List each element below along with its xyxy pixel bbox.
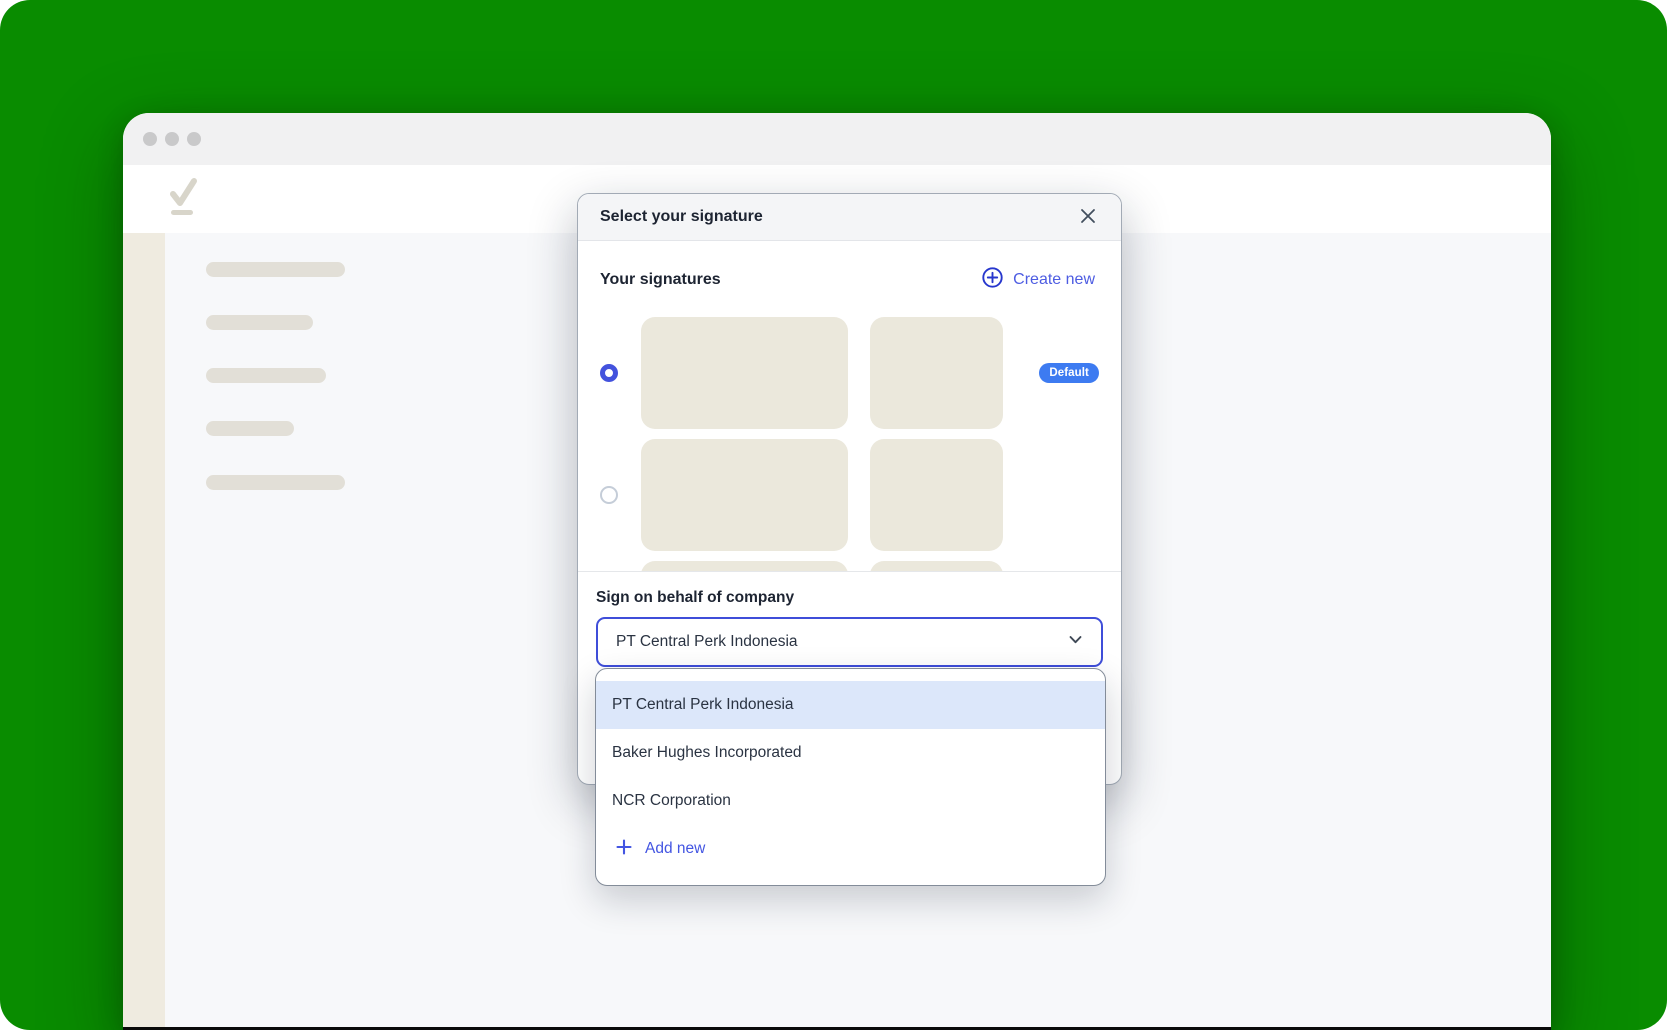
create-new-label: Create new bbox=[1013, 271, 1095, 289]
company-select[interactable]: PT Central Perk Indonesia bbox=[596, 617, 1103, 667]
signature-preview-box bbox=[641, 317, 848, 429]
dropdown-option[interactable]: NCR Corporation bbox=[596, 777, 1105, 825]
signature-row-partial[interactable] bbox=[600, 561, 1099, 571]
plus-circle-icon bbox=[982, 267, 1003, 293]
signatures-heading: Your signatures bbox=[600, 271, 721, 289]
signature-radio-unselected[interactable] bbox=[600, 486, 618, 504]
signatures-list: Default bbox=[578, 317, 1121, 571]
add-new-option[interactable]: Add new bbox=[596, 825, 1105, 873]
signature-preview-box bbox=[641, 561, 848, 571]
signature-row[interactable]: Default bbox=[600, 317, 1099, 429]
window-titlebar bbox=[123, 113, 1551, 165]
signature-preview-box bbox=[641, 439, 848, 551]
window-control-dot[interactable] bbox=[187, 132, 201, 146]
close-button[interactable] bbox=[1075, 204, 1101, 230]
checkmark-logo-icon bbox=[167, 174, 199, 225]
window-control-dot[interactable] bbox=[143, 132, 157, 146]
plus-icon bbox=[616, 839, 632, 860]
initials-preview-box bbox=[870, 317, 1003, 429]
close-icon bbox=[1079, 207, 1097, 228]
signature-row[interactable] bbox=[600, 439, 1099, 551]
default-badge: Default bbox=[1039, 363, 1099, 383]
initials-preview-box bbox=[870, 561, 1003, 571]
company-label: Sign on behalf of company bbox=[596, 589, 1103, 607]
placeholder-text-bar bbox=[206, 421, 294, 436]
create-new-button[interactable]: Create new bbox=[982, 267, 1095, 293]
signature-radio-selected[interactable] bbox=[600, 364, 618, 382]
dropdown-option[interactable]: Baker Hughes Incorporated bbox=[596, 729, 1105, 777]
company-dropdown: PT Central Perk Indonesia Baker Hughes I… bbox=[595, 668, 1106, 886]
sidebar-strip bbox=[123, 233, 165, 1027]
placeholder-text-bar bbox=[206, 262, 345, 277]
signatures-heading-row: Your signatures Create new bbox=[578, 241, 1121, 293]
modal-title: Select your signature bbox=[600, 208, 763, 226]
company-select-value: PT Central Perk Indonesia bbox=[616, 633, 798, 651]
add-new-label: Add new bbox=[645, 840, 705, 858]
placeholder-text-bar bbox=[206, 368, 326, 383]
modal-header: Select your signature bbox=[578, 194, 1121, 241]
company-section: Sign on behalf of company PT Central Per… bbox=[578, 571, 1121, 667]
window-control-dot[interactable] bbox=[165, 132, 179, 146]
placeholder-text-bar bbox=[206, 315, 313, 330]
placeholder-text-bar bbox=[206, 475, 345, 490]
dropdown-option[interactable]: PT Central Perk Indonesia bbox=[596, 681, 1105, 729]
initials-preview-box bbox=[870, 439, 1003, 551]
chevron-down-icon bbox=[1066, 630, 1085, 654]
